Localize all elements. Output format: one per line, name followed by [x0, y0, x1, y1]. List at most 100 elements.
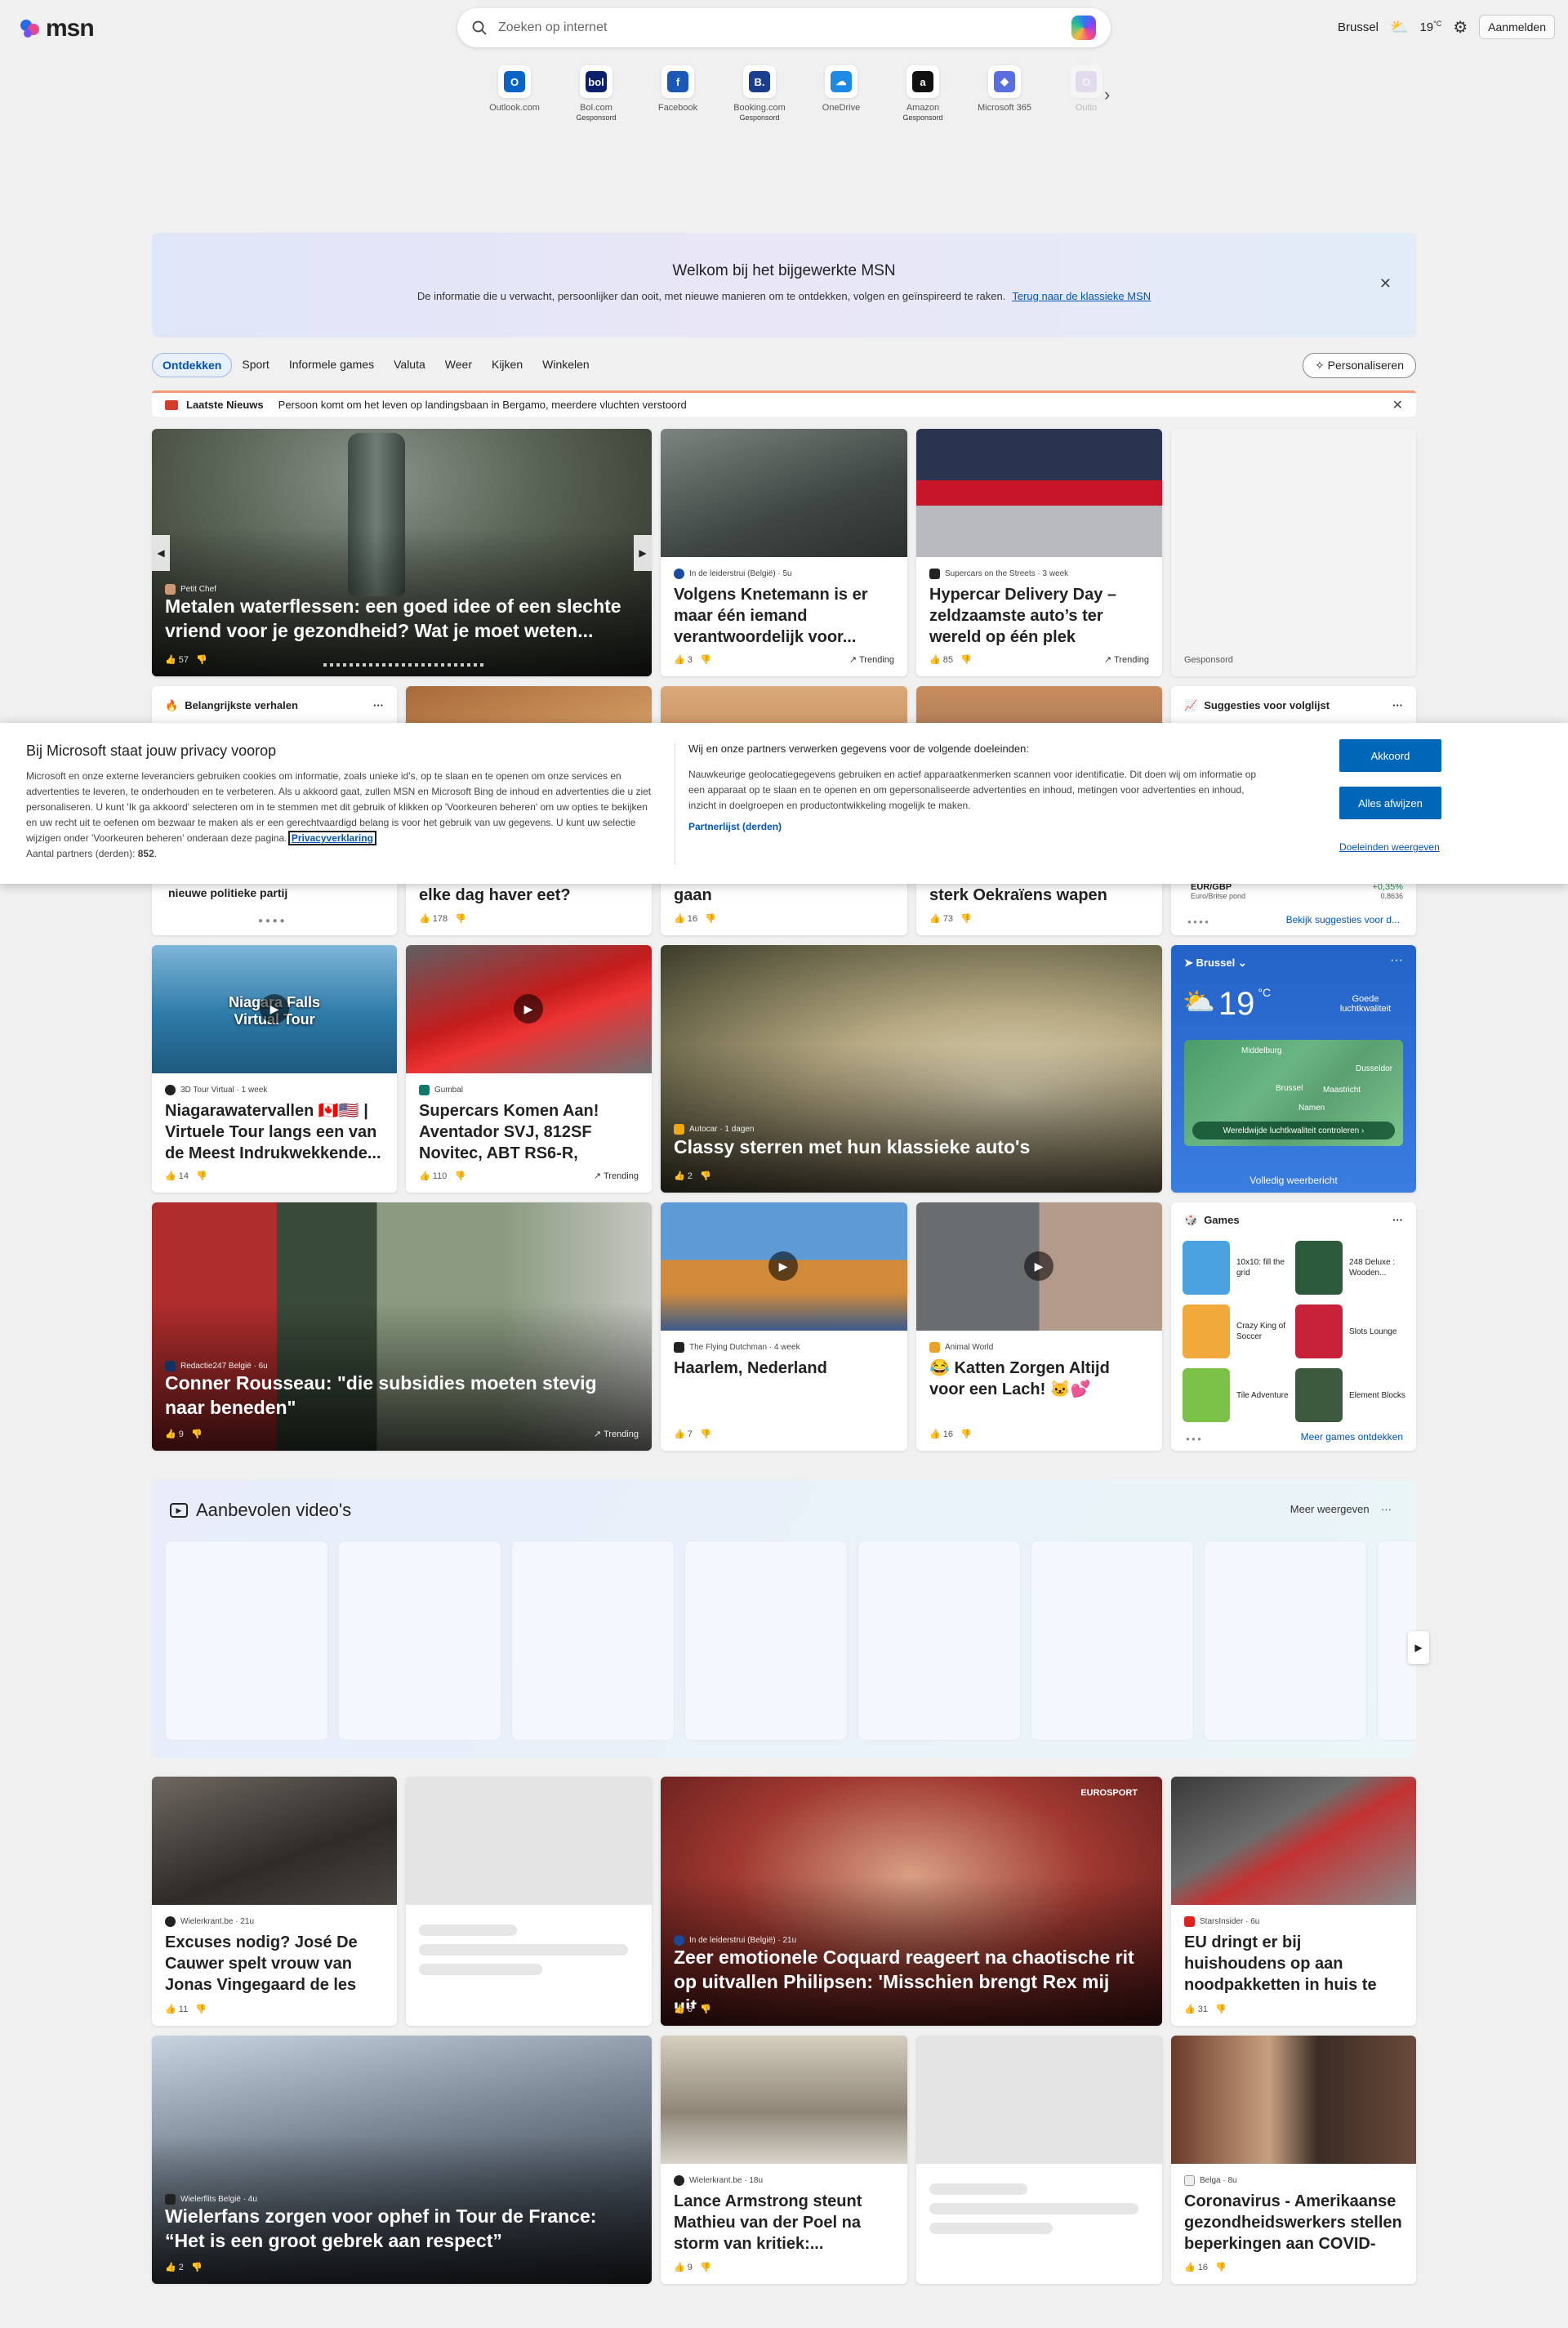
- featured-card[interactable]: Autocar · 1 dagen Classy sterren met hun…: [661, 945, 1162, 1193]
- signin-button[interactable]: Aanmelden: [1479, 15, 1555, 39]
- video-placeholder[interactable]: [1031, 1541, 1194, 1741]
- msn-logo[interactable]: msn: [20, 15, 95, 42]
- settings-gear-icon[interactable]: ⚙: [1453, 17, 1468, 38]
- copilot-icon[interactable]: [1071, 16, 1096, 40]
- card-likes[interactable]: 👍 178 👎: [419, 913, 466, 924]
- news-card[interactable]: StarsInsider · 6u EU dringt er bij huish…: [1171, 1777, 1416, 2026]
- tab-kijken[interactable]: Kijken: [482, 353, 532, 377]
- play-icon[interactable]: ▶: [260, 994, 289, 1024]
- quick-link[interactable]: a Amazon Gesponsord: [890, 65, 956, 122]
- classic-msn-link[interactable]: Terug naar de klassieke MSN: [1012, 290, 1151, 302]
- weather-card[interactable]: ➤ Brussel ⌄ ··· ⛅ 19 °C Goede luchtkwalite…: [1171, 945, 1416, 1193]
- privacy-statement-link[interactable]: Privacyverklaring: [287, 831, 376, 845]
- carousel-next-button[interactable]: ▶: [634, 535, 652, 571]
- play-icon[interactable]: ▶: [1024, 1251, 1054, 1281]
- card-likes[interactable]: 👍 16 👎: [929, 1429, 972, 1439]
- header-temp[interactable]: 19°C: [1419, 20, 1441, 34]
- card-likes[interactable]: 👍 11 👎: [165, 2004, 207, 2014]
- video-placeholder[interactable]: [165, 1541, 328, 1741]
- game-item[interactable]: 10x10: fill the grid: [1183, 1240, 1295, 1296]
- featured-card[interactable]: EUROSPORT In de leiderstrui (België) · 2…: [661, 1777, 1162, 2026]
- watchlist-link[interactable]: Bekijk suggesties voor d...: [1286, 914, 1400, 925]
- pager-dots[interactable]: ● ● ● ●: [258, 916, 285, 925]
- news-card[interactable]: Wielerkrant.be · 21u Excuses nodig? José…: [152, 1777, 397, 2026]
- more-icon[interactable]: ···: [1392, 1214, 1403, 1227]
- quick-link[interactable]: bol Bol.com Gesponsord: [564, 65, 629, 122]
- card-likes[interactable]: 👍 6 👎: [674, 2004, 711, 2014]
- game-item[interactable]: Tile Adventure: [1183, 1367, 1295, 1423]
- breaking-text[interactable]: Persoon komt om het leven op landingsbaa…: [278, 399, 687, 411]
- tab-informele-games[interactable]: Informele games: [279, 353, 384, 377]
- hero-card[interactable]: Petit Chef Metalen waterflessen: een goe…: [152, 429, 652, 676]
- quick-link[interactable]: ☁ OneDrive: [808, 65, 874, 122]
- quick-link[interactable]: f Facebook: [645, 65, 710, 122]
- tab-winkelen[interactable]: Winkelen: [532, 353, 599, 377]
- card-likes[interactable]: 👍 16 👎: [674, 913, 716, 924]
- game-item[interactable]: 248 Deluxe : Wooden...: [1295, 1240, 1408, 1296]
- breaking-news-bar[interactable]: Laatste Nieuws Persoon komt om het leven…: [152, 390, 1416, 417]
- card-likes[interactable]: 👍 14 👎: [165, 1171, 207, 1181]
- card-likes[interactable]: 👍 2 👎: [165, 2262, 203, 2272]
- game-item[interactable]: Slots Lounge: [1295, 1304, 1408, 1359]
- air-quality[interactable]: Goede luchtkwaliteit: [1333, 994, 1398, 1014]
- full-forecast-link[interactable]: Volledig weerbericht: [1171, 1175, 1416, 1186]
- accept-button[interactable]: Akkoord: [1339, 739, 1441, 772]
- carousel-prev-button[interactable]: ◀: [152, 535, 170, 571]
- news-card[interactable]: Wielerkrant.be · 18u Lance Armstrong ste…: [661, 2036, 907, 2284]
- quick-link[interactable]: ◆ Microsoft 365: [972, 65, 1037, 122]
- news-card[interactable]: Supercars on the Streets · 3 week Hyperc…: [916, 429, 1162, 676]
- quick-link[interactable]: O Outlook.com: [482, 65, 547, 122]
- view-purposes-link[interactable]: Doeleinden weergeven: [1339, 841, 1440, 853]
- weather-city[interactable]: ➤ Brussel ⌄: [1184, 957, 1247, 970]
- more-games-link[interactable]: Meer games ontdekken: [1301, 1431, 1403, 1443]
- fx-row[interactable]: EUR/GBP +0,35% Euro/Britse pond 0,8636: [1191, 882, 1403, 900]
- card-likes[interactable]: 👍 16 👎: [1184, 2262, 1227, 2272]
- video-placeholder[interactable]: [1204, 1541, 1367, 1741]
- partner-list-link[interactable]: Partnerlijst (derden): [688, 821, 782, 832]
- tab-valuta[interactable]: Valuta: [384, 353, 435, 377]
- featured-card[interactable]: Redactie247 België · 6u Conner Rousseau:…: [152, 1202, 652, 1451]
- news-card[interactable]: Niagara Falls Virtual Tour ▶ 3D Tour Vir…: [152, 945, 397, 1193]
- search-box[interactable]: Zoeken op internet: [457, 8, 1111, 47]
- carousel-dots[interactable]: [323, 663, 487, 667]
- personalize-button[interactable]: ✧ Personaliseren: [1302, 353, 1416, 378]
- card-likes[interactable]: 👍 31 👎: [1184, 2004, 1227, 2014]
- air-quality-map-button[interactable]: Wereldwijde luchtkwaliteit controleren ›: [1192, 1122, 1395, 1139]
- news-card[interactable]: ▶ The Flying Dutchman · 4 week Haarlem, …: [661, 1202, 907, 1451]
- card-likes[interactable]: 👍 110 👎: [419, 1171, 466, 1181]
- close-icon[interactable]: ✕: [1379, 275, 1392, 292]
- featured-card[interactable]: Wielerflits België · 4u Wielerfans zorge…: [152, 2036, 652, 2284]
- games-card[interactable]: 🎲 Games ··· 10x10: fill the grid 248 Delux…: [1171, 1202, 1416, 1451]
- game-item[interactable]: Element Blocks: [1295, 1367, 1408, 1423]
- tab-ontdekken[interactable]: Ontdekken: [152, 353, 233, 377]
- video-placeholder[interactable]: [338, 1541, 501, 1741]
- pager-dots[interactable]: ● ● ●: [1186, 1435, 1201, 1443]
- close-icon[interactable]: ✕: [1392, 397, 1403, 413]
- weather-more-icon[interactable]: ···: [1390, 953, 1403, 968]
- card-likes[interactable]: 👍 3 👎: [674, 654, 711, 665]
- story-title[interactable]: nieuwe politieke partij: [168, 886, 287, 899]
- header-city[interactable]: Brussel: [1338, 20, 1379, 34]
- weather-map[interactable]: Middelburg Dusseldor Brussel Maastricht …: [1184, 1040, 1403, 1146]
- news-card[interactable]: ▶ Gumbal Supercars Komen Aan! Aventador …: [406, 945, 652, 1193]
- more-icon[interactable]: ···: [1392, 699, 1403, 712]
- quick-link[interactable]: B. Booking.com Gesponsord: [727, 65, 792, 122]
- more-icon[interactable]: ···: [373, 699, 384, 712]
- video-placeholder[interactable]: [684, 1541, 848, 1741]
- chevron-right-icon[interactable]: ▶: [1408, 1631, 1429, 1664]
- game-item[interactable]: Crazy King of Soccer: [1183, 1304, 1295, 1359]
- video-placeholder[interactable]: [858, 1541, 1021, 1741]
- news-card[interactable]: In de leiderstrui (België) · 5u Volgens …: [661, 429, 907, 676]
- chevron-right-icon[interactable]: ›: [1104, 84, 1110, 105]
- pager-dots[interactable]: ● ● ● ●: [1187, 918, 1209, 925]
- card-likes[interactable]: 👍 85 👎: [929, 654, 972, 665]
- tab-sport[interactable]: Sport: [232, 353, 278, 377]
- tab-weer[interactable]: Weer: [435, 353, 482, 377]
- card-likes[interactable]: 👍 7 👎: [674, 1429, 711, 1439]
- card-likes[interactable]: 👍 9 👎: [674, 2262, 711, 2272]
- news-card[interactable]: Belga · 8u Coronavirus - Amerikaanse gez…: [1171, 2036, 1416, 2284]
- card-likes[interactable]: 👍 2 👎: [674, 1171, 711, 1181]
- play-icon[interactable]: ▶: [768, 1251, 798, 1281]
- reject-all-button[interactable]: Alles afwijzen: [1339, 787, 1441, 819]
- hero-likes[interactable]: 👍 57 👎: [165, 654, 207, 665]
